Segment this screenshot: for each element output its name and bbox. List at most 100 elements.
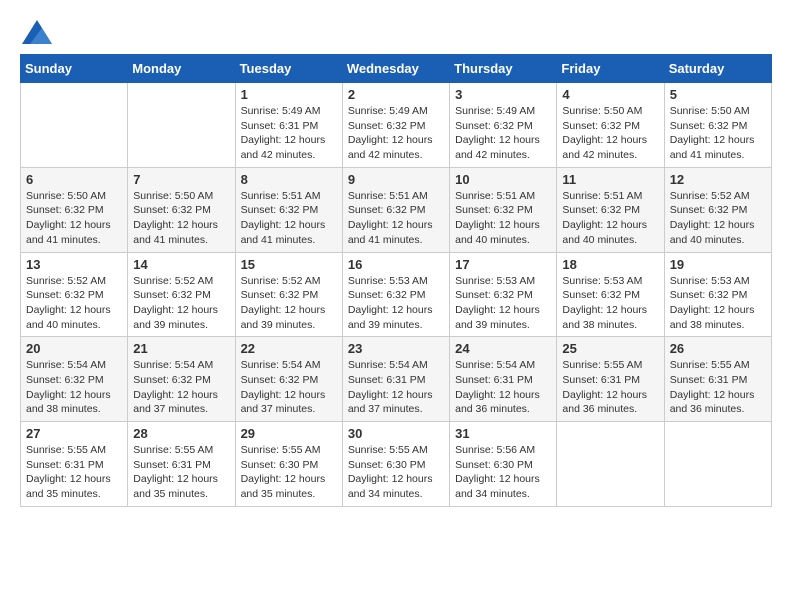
day-number: 28: [133, 426, 229, 441]
calendar-cell: 26 Sunrise: 5:55 AM Sunset: 6:31 PM Dayli…: [664, 337, 771, 422]
day-number: 23: [348, 341, 444, 356]
logo-text: [20, 20, 52, 44]
day-number: 29: [241, 426, 337, 441]
calendar-table: SundayMondayTuesdayWednesdayThursdayFrid…: [20, 54, 772, 507]
calendar-week-1: 1 Sunrise: 5:49 AM Sunset: 6:31 PM Daylig…: [21, 83, 772, 168]
calendar-header: SundayMondayTuesdayWednesdayThursdayFrid…: [21, 55, 772, 83]
day-info: Sunrise: 5:50 AM Sunset: 6:32 PM Dayligh…: [670, 104, 766, 163]
day-info: Sunrise: 5:55 AM Sunset: 6:31 PM Dayligh…: [133, 443, 229, 502]
calendar-cell: 1 Sunrise: 5:49 AM Sunset: 6:31 PM Daylig…: [235, 83, 342, 168]
weekday-sunday: Sunday: [21, 55, 128, 83]
calendar-cell: 23 Sunrise: 5:54 AM Sunset: 6:31 PM Dayli…: [342, 337, 449, 422]
day-info: Sunrise: 5:55 AM Sunset: 6:30 PM Dayligh…: [241, 443, 337, 502]
day-info: Sunrise: 5:53 AM Sunset: 6:32 PM Dayligh…: [455, 274, 551, 333]
day-info: Sunrise: 5:52 AM Sunset: 6:32 PM Dayligh…: [26, 274, 122, 333]
day-number: 7: [133, 172, 229, 187]
day-number: 14: [133, 257, 229, 272]
calendar-cell: 31 Sunrise: 5:56 AM Sunset: 6:30 PM Dayli…: [450, 422, 557, 507]
day-info: Sunrise: 5:54 AM Sunset: 6:32 PM Dayligh…: [133, 358, 229, 417]
calendar-week-4: 20 Sunrise: 5:54 AM Sunset: 6:32 PM Dayli…: [21, 337, 772, 422]
calendar-cell: 13Sunrise: 5:52 AM Sunset: 6:32 PM Dayli…: [21, 252, 128, 337]
day-info: Sunrise: 5:51 AM Sunset: 6:32 PM Dayligh…: [562, 189, 658, 248]
day-info: Sunrise: 5:52 AM Sunset: 6:32 PM Dayligh…: [670, 189, 766, 248]
calendar-cell: 24 Sunrise: 5:54 AM Sunset: 6:31 PM Dayli…: [450, 337, 557, 422]
calendar-cell: [664, 422, 771, 507]
calendar-cell: 4 Sunrise: 5:50 AM Sunset: 6:32 PM Daylig…: [557, 83, 664, 168]
day-info: Sunrise: 5:53 AM Sunset: 6:32 PM Dayligh…: [348, 274, 444, 333]
weekday-friday: Friday: [557, 55, 664, 83]
calendar-cell: 15 Sunrise: 5:52 AM Sunset: 6:32 PM Dayli…: [235, 252, 342, 337]
calendar-week-5: 27 Sunrise: 5:55 AM Sunset: 6:31 PM Dayli…: [21, 422, 772, 507]
calendar-cell: 5 Sunrise: 5:50 AM Sunset: 6:32 PM Daylig…: [664, 83, 771, 168]
logo: [20, 20, 52, 44]
calendar-cell: 21 Sunrise: 5:54 AM Sunset: 6:32 PM Dayli…: [128, 337, 235, 422]
day-info: Sunrise: 5:49 AM Sunset: 6:32 PM Dayligh…: [348, 104, 444, 163]
day-number: 16: [348, 257, 444, 272]
calendar-cell: 2 Sunrise: 5:49 AM Sunset: 6:32 PM Daylig…: [342, 83, 449, 168]
calendar-cell: [128, 83, 235, 168]
calendar-cell: 25 Sunrise: 5:55 AM Sunset: 6:31 PM Dayli…: [557, 337, 664, 422]
calendar-cell: 18 Sunrise: 5:53 AM Sunset: 6:32 PM Dayli…: [557, 252, 664, 337]
weekday-thursday: Thursday: [450, 55, 557, 83]
day-info: Sunrise: 5:53 AM Sunset: 6:32 PM Dayligh…: [670, 274, 766, 333]
day-info: Sunrise: 5:50 AM Sunset: 6:32 PM Dayligh…: [562, 104, 658, 163]
day-number: 12: [670, 172, 766, 187]
weekday-saturday: Saturday: [664, 55, 771, 83]
calendar-cell: 19Sunrise: 5:53 AM Sunset: 6:32 PM Dayli…: [664, 252, 771, 337]
day-number: 2: [348, 87, 444, 102]
day-info: Sunrise: 5:49 AM Sunset: 6:31 PM Dayligh…: [241, 104, 337, 163]
day-number: 27: [26, 426, 122, 441]
weekday-tuesday: Tuesday: [235, 55, 342, 83]
day-info: Sunrise: 5:55 AM Sunset: 6:30 PM Dayligh…: [348, 443, 444, 502]
calendar-cell: 29 Sunrise: 5:55 AM Sunset: 6:30 PM Dayli…: [235, 422, 342, 507]
day-number: 1: [241, 87, 337, 102]
day-info: Sunrise: 5:56 AM Sunset: 6:30 PM Dayligh…: [455, 443, 551, 502]
day-info: Sunrise: 5:50 AM Sunset: 6:32 PM Dayligh…: [133, 189, 229, 248]
calendar-cell: 11Sunrise: 5:51 AM Sunset: 6:32 PM Dayli…: [557, 167, 664, 252]
calendar-cell: 10 Sunrise: 5:51 AM Sunset: 6:32 PM Dayli…: [450, 167, 557, 252]
calendar-cell: 12 Sunrise: 5:52 AM Sunset: 6:32 PM Dayli…: [664, 167, 771, 252]
weekday-monday: Monday: [128, 55, 235, 83]
calendar-cell: 16 Sunrise: 5:53 AM Sunset: 6:32 PM Dayli…: [342, 252, 449, 337]
day-number: 15: [241, 257, 337, 272]
calendar-cell: [21, 83, 128, 168]
calendar-cell: 17 Sunrise: 5:53 AM Sunset: 6:32 PM Dayli…: [450, 252, 557, 337]
calendar-cell: 7 Sunrise: 5:50 AM Sunset: 6:32 PM Daylig…: [128, 167, 235, 252]
day-info: Sunrise: 5:55 AM Sunset: 6:31 PM Dayligh…: [670, 358, 766, 417]
day-number: 26: [670, 341, 766, 356]
calendar-week-3: 13Sunrise: 5:52 AM Sunset: 6:32 PM Dayli…: [21, 252, 772, 337]
day-number: 24: [455, 341, 551, 356]
weekday-row: SundayMondayTuesdayWednesdayThursdayFrid…: [21, 55, 772, 83]
day-info: Sunrise: 5:51 AM Sunset: 6:32 PM Dayligh…: [241, 189, 337, 248]
day-info: Sunrise: 5:51 AM Sunset: 6:32 PM Dayligh…: [455, 189, 551, 248]
page-header: [20, 20, 772, 44]
day-number: 6: [26, 172, 122, 187]
logo-icon: [22, 20, 52, 44]
day-number: 25: [562, 341, 658, 356]
day-number: 4: [562, 87, 658, 102]
day-info: Sunrise: 5:54 AM Sunset: 6:32 PM Dayligh…: [26, 358, 122, 417]
day-info: Sunrise: 5:52 AM Sunset: 6:32 PM Dayligh…: [241, 274, 337, 333]
day-number: 17: [455, 257, 551, 272]
day-info: Sunrise: 5:52 AM Sunset: 6:32 PM Dayligh…: [133, 274, 229, 333]
calendar-week-2: 6 Sunrise: 5:50 AM Sunset: 6:32 PM Daylig…: [21, 167, 772, 252]
day-info: Sunrise: 5:54 AM Sunset: 6:31 PM Dayligh…: [348, 358, 444, 417]
day-number: 5: [670, 87, 766, 102]
calendar-cell: 8Sunrise: 5:51 AM Sunset: 6:32 PM Daylig…: [235, 167, 342, 252]
day-number: 31: [455, 426, 551, 441]
day-info: Sunrise: 5:55 AM Sunset: 6:31 PM Dayligh…: [562, 358, 658, 417]
day-number: 10: [455, 172, 551, 187]
calendar-cell: 22Sunrise: 5:54 AM Sunset: 6:32 PM Dayli…: [235, 337, 342, 422]
calendar-cell: 30Sunrise: 5:55 AM Sunset: 6:30 PM Dayli…: [342, 422, 449, 507]
day-number: 3: [455, 87, 551, 102]
day-info: Sunrise: 5:53 AM Sunset: 6:32 PM Dayligh…: [562, 274, 658, 333]
day-number: 20: [26, 341, 122, 356]
day-number: 21: [133, 341, 229, 356]
calendar-cell: 3Sunrise: 5:49 AM Sunset: 6:32 PM Daylig…: [450, 83, 557, 168]
day-info: Sunrise: 5:55 AM Sunset: 6:31 PM Dayligh…: [26, 443, 122, 502]
day-number: 18: [562, 257, 658, 272]
day-number: 22: [241, 341, 337, 356]
weekday-wednesday: Wednesday: [342, 55, 449, 83]
day-info: Sunrise: 5:54 AM Sunset: 6:31 PM Dayligh…: [455, 358, 551, 417]
calendar-cell: 6Sunrise: 5:50 AM Sunset: 6:32 PM Daylig…: [21, 167, 128, 252]
